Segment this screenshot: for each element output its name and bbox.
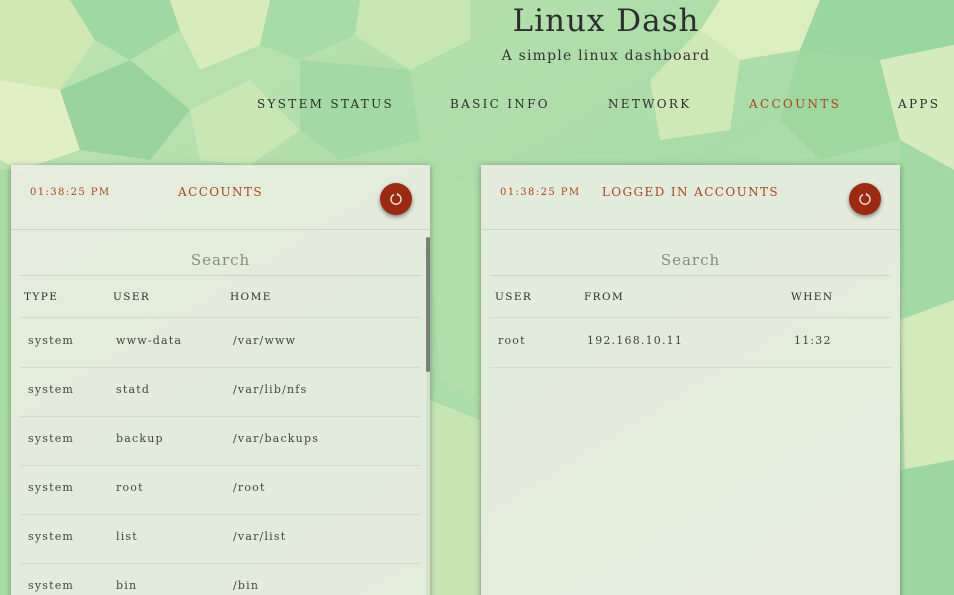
logged-in-panel-title: LOGGED IN ACCOUNTS <box>601 185 780 199</box>
accounts-col-user[interactable]: USER <box>113 291 150 303</box>
logged-in-panel-header: 01:38:25 PM LOGGED IN ACCOUNTS <box>481 165 900 230</box>
cell-type: system <box>28 530 75 543</box>
logged-in-col-user[interactable]: USER <box>495 291 532 303</box>
cell-user: statd <box>116 383 151 396</box>
logged-in-search-input[interactable] <box>490 245 891 276</box>
cell-home: /bin <box>233 579 260 592</box>
cell-type: system <box>28 481 75 494</box>
cell-user: root <box>498 334 526 347</box>
cell-user: backup <box>116 432 164 445</box>
cell-user: root <box>116 481 144 494</box>
accounts-panel-title: ACCOUNTS <box>178 185 263 199</box>
nav-basic-info[interactable]: BASIC INFO <box>450 97 550 111</box>
cell-when: 11:32 <box>794 334 832 347</box>
table-row: system bin /bin <box>20 563 421 595</box>
table-row: system www-data /var/www <box>20 318 421 368</box>
cell-home: /var/list <box>233 530 287 543</box>
app-title: Linux Dash <box>512 3 700 39</box>
accounts-refresh-button[interactable] <box>380 183 412 215</box>
table-row: system backup /var/backups <box>20 416 421 466</box>
refresh-icon <box>390 192 402 205</box>
cell-user: bin <box>116 579 138 592</box>
app-header: Linux Dash A simple linux dashboard SYST… <box>0 0 954 160</box>
refresh-icon <box>859 192 871 205</box>
logged-in-panel: 01:38:25 PM LOGGED IN ACCOUNTS USER FROM… <box>481 165 900 595</box>
accounts-scrollbar[interactable] <box>426 237 430 595</box>
accounts-col-type[interactable]: TYPE <box>24 291 58 303</box>
cell-home: /root <box>233 481 266 494</box>
logged-in-col-when[interactable]: WHEN <box>791 291 833 303</box>
cell-user: list <box>116 530 138 543</box>
main-nav: SYSTEM STATUS BASIC INFO NETWORK ACCOUNT… <box>0 97 954 115</box>
cell-home: /var/www <box>233 334 297 347</box>
accounts-scroll-thumb[interactable] <box>426 237 430 372</box>
table-row: system list /var/list <box>20 514 421 564</box>
accounts-panel-header: 01:38:25 PM ACCOUNTS <box>11 165 430 230</box>
cell-type: system <box>28 432 75 445</box>
table-row: system root /root <box>20 465 421 515</box>
accounts-col-home[interactable]: HOME <box>230 291 272 303</box>
logged-in-col-from[interactable]: FROM <box>584 291 624 303</box>
nav-network[interactable]: NETWORK <box>608 97 692 111</box>
cell-home: /var/lib/nfs <box>233 383 308 396</box>
cell-from: 192.168.10.11 <box>587 334 684 347</box>
logged-in-refresh-button[interactable] <box>849 183 881 215</box>
table-row: root 192.168.10.11 11:32 <box>490 318 891 368</box>
accounts-search-input[interactable] <box>20 245 421 276</box>
nav-apps[interactable]: APPS <box>898 97 940 111</box>
cell-type: system <box>28 579 75 592</box>
table-row: system statd /var/lib/nfs <box>20 367 421 417</box>
accounts-panel: 01:38:25 PM ACCOUNTS TYPE USER HOME syst… <box>11 165 430 595</box>
nav-system-status[interactable]: SYSTEM STATUS <box>257 97 394 111</box>
nav-accounts[interactable]: ACCOUNTS <box>749 97 841 111</box>
cell-type: system <box>28 334 75 347</box>
cell-home: /var/backups <box>233 432 320 445</box>
app-subtitle: A simple linux dashboard <box>501 48 711 64</box>
cell-user: www-data <box>116 334 183 347</box>
cell-type: system <box>28 383 75 396</box>
